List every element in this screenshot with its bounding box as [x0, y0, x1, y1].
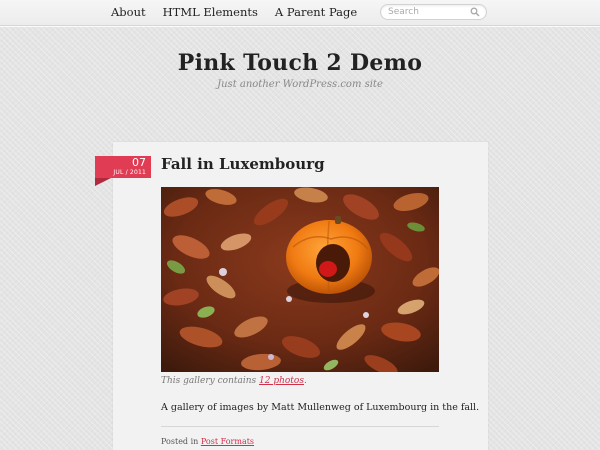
- pumpkin-leaves-image: [161, 187, 439, 372]
- post-gallery-image[interactable]: [161, 187, 439, 372]
- post-divider: [161, 426, 439, 427]
- posted-in-label: Posted in: [161, 437, 201, 446]
- search-icon[interactable]: [470, 7, 480, 17]
- post-date-month-year: JUL / 2011: [113, 169, 146, 176]
- post-date-day: 07: [132, 156, 146, 169]
- main-menu: About HTML Elements A Parent Page: [111, 5, 374, 19]
- post-excerpt: A gallery of images by Matt Mullenweg of…: [161, 402, 480, 413]
- category-link[interactable]: Post Formats: [201, 437, 254, 446]
- post-title[interactable]: Fall in Luxembourg: [161, 155, 325, 173]
- nav-item-html-elements[interactable]: HTML Elements: [163, 5, 258, 19]
- gallery-caption: This gallery contains 12 photos.: [161, 376, 307, 386]
- nav-item-a-parent-page[interactable]: A Parent Page: [275, 5, 357, 19]
- caption-prefix: This gallery contains: [161, 376, 260, 386]
- date-badge-fold: [95, 178, 111, 186]
- search-input[interactable]: [388, 6, 468, 18]
- site-description: Just another WordPress.com site: [217, 79, 383, 90]
- nav-item-about[interactable]: About: [111, 5, 146, 19]
- photos-count-link[interactable]: 12 photos: [259, 376, 304, 386]
- top-navigation-bar: About HTML Elements A Parent Page: [0, 0, 600, 26]
- post-category-meta: Posted in Post Formats: [161, 437, 254, 446]
- search-box: [380, 4, 487, 20]
- caption-suffix: .: [303, 376, 307, 386]
- post-date-badge: 07 JUL / 2011: [95, 156, 151, 178]
- site-title[interactable]: Pink Touch 2 Demo: [0, 50, 600, 76]
